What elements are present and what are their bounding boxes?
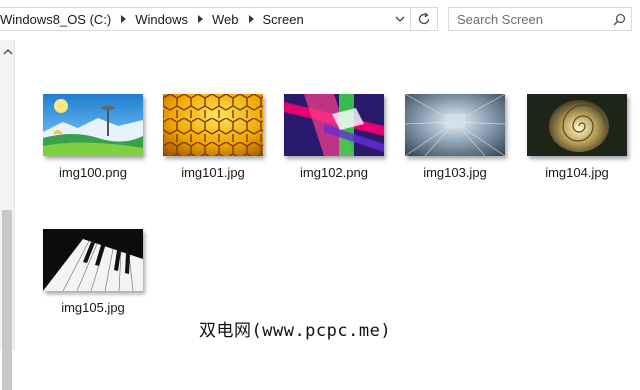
file-name: img103.jpg [423, 165, 487, 180]
file-item[interactable]: img105.jpg [33, 229, 153, 315]
thumbnail-honeycomb [163, 94, 263, 156]
watermark-text: 双电网(www.pcpc.me) [199, 321, 392, 341]
honeycomb-image-icon [163, 94, 263, 156]
thumbnail-nautilus-shell [527, 94, 627, 156]
file-name: img100.png [59, 165, 127, 180]
landscape-image-icon [43, 94, 143, 156]
corridor-image-icon [405, 94, 505, 156]
file-item[interactable]: img101.jpg [153, 94, 273, 180]
thumbnail-seattle-landscape [43, 94, 143, 156]
file-item[interactable]: img100.png [33, 94, 153, 180]
thumbnail-piano-keys [43, 229, 143, 291]
shell-image-icon [527, 94, 627, 156]
file-name: img105.jpg [61, 300, 125, 315]
thumbnail-motion-corridor [405, 94, 505, 156]
file-item[interactable]: img102.png [274, 94, 394, 180]
file-item[interactable]: img103.jpg [395, 94, 515, 180]
file-name: img104.jpg [545, 165, 609, 180]
piano-image-icon [43, 229, 143, 291]
thumbnail-abstract-ribbons [284, 94, 384, 156]
file-name: img101.jpg [181, 165, 245, 180]
file-name: img102.png [300, 165, 368, 180]
abstract-image-icon [284, 94, 384, 156]
file-list: img100.png img101.jpg img102.png img103.… [0, 0, 640, 350]
file-item[interactable]: img104.jpg [517, 94, 637, 180]
